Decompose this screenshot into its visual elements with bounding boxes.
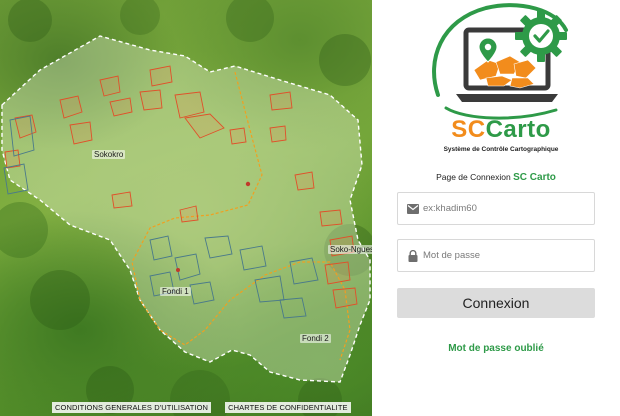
login-button[interactable]: Connexion (397, 288, 595, 318)
username-field[interactable] (397, 192, 595, 225)
brand-subtitle: Système de Contrôle Cartographique (443, 146, 559, 153)
username-input[interactable] (423, 203, 583, 214)
map-label-fondi1: Fondi 1 (160, 287, 191, 296)
map-overlay (0, 0, 372, 416)
brand-title: SCCarto (416, 118, 586, 142)
password-field[interactable] (397, 239, 595, 272)
forgot-password-link[interactable]: Mot de passe oublié (396, 343, 596, 354)
login-panel: SCCarto Système de Contrôle Cartographiq… (372, 0, 620, 416)
map-label-fondi2: Fondi 2 (300, 334, 331, 343)
page-heading-prefix: Page de Connexion (436, 172, 511, 182)
gear-icon (515, 10, 567, 62)
map-label-sokokro: Sokokro (92, 150, 126, 159)
terms-link[interactable]: CONDITIONS GENERALES D'UTILISATION (52, 402, 212, 413)
lock-icon (407, 249, 419, 262)
envelope-icon (407, 203, 419, 215)
brand-title-carto: Carto (485, 116, 551, 143)
footer-links: CONDITIONS GENERALES D'UTILISATION CHART… (52, 402, 351, 413)
map-panel: Sokokro Soko-Nguesse Fondi 1 Fondi 2 CON… (0, 0, 372, 416)
page-heading: Page de Connexion SC Carto (396, 172, 596, 183)
brand-title-sc: SC (451, 116, 486, 143)
password-input[interactable] (423, 250, 583, 261)
map-label-sokonguesse: Soko-Nguesse (328, 245, 372, 254)
page-heading-highlight: SC Carto (513, 172, 556, 183)
privacy-link[interactable]: CHARTES DE CONFIDENTIALITE (225, 402, 351, 413)
